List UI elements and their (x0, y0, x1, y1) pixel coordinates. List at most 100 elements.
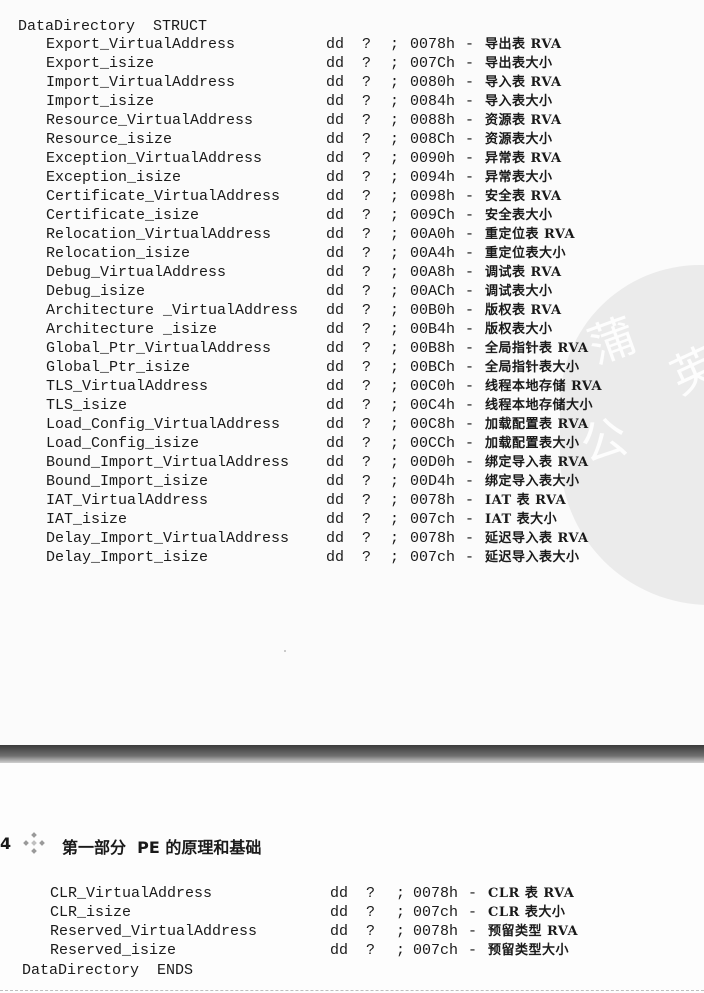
field-name: Debug_isize (46, 283, 146, 300)
comment-semicolon: ; (390, 416, 400, 433)
comment-dash: - (465, 245, 475, 262)
field-offset: 008Ch (410, 131, 456, 148)
struct-field-row: Certificate_isize dd?; 009Ch - 安全表大小 (0, 206, 704, 225)
comment-semicolon: ; (390, 302, 400, 319)
field-init: ? (362, 36, 372, 53)
field-type: dd (326, 416, 345, 433)
field-type: dd (330, 885, 349, 902)
field-comment: 导出表大小 (485, 56, 553, 71)
field-name: Resource_VirtualAddress (46, 112, 254, 129)
comment-dash: - (465, 93, 475, 110)
comment-dash: - (465, 397, 475, 414)
field-comment: 全局指针表大小 (485, 360, 580, 375)
field-type: dd (326, 169, 345, 186)
struct-field-row: TLS_isize dd?; 00C4h - 线程本地存储大小 (0, 396, 704, 415)
field-name: Import_VirtualAddress (46, 74, 236, 91)
field-comment: 资源表大小 (485, 132, 553, 147)
comment-semicolon: ; (390, 378, 400, 395)
struct-close-line: DataDirectory ENDS (22, 962, 194, 979)
field-offset: 00C4h (410, 397, 456, 414)
struct-field-row: Bound_Import_isize dd?; 00D4h - 绑定导入表大小 (0, 472, 704, 491)
struct-field-row: Reserved_VirtualAddress dd?; 0078h - 预留类型 RV… (0, 922, 704, 941)
field-type: dd (326, 245, 345, 262)
field-comment: 导出表 RVA (485, 37, 562, 52)
field-offset: 0078h (413, 923, 459, 940)
field-offset: 00ACh (410, 283, 456, 300)
comment-semicolon: ; (390, 492, 400, 509)
field-offset: 00C8h (410, 416, 456, 433)
comment-dash: - (465, 378, 475, 395)
comment-dash: - (468, 942, 478, 959)
comment-semicolon: ; (390, 131, 400, 148)
field-init: ? (362, 492, 372, 509)
field-offset: 00B0h (410, 302, 456, 319)
field-comment: 重定位表大小 (485, 246, 567, 261)
field-type: dd (326, 207, 345, 224)
field-type: dd (326, 150, 345, 167)
field-init: ? (366, 904, 376, 921)
comment-dash: - (468, 923, 478, 940)
field-init: ? (366, 942, 376, 959)
field-offset: 007Ch (410, 55, 456, 72)
field-init: ? (362, 454, 372, 471)
field-comment: 资源表 RVA (485, 113, 562, 128)
field-comment: 加载配置表大小 (485, 436, 580, 451)
field-type: dd (326, 549, 345, 566)
struct-field-row: Debug_isize dd?; 00ACh - 调试表大小 (0, 282, 704, 301)
field-offset: 0090h (410, 150, 456, 167)
field-offset: 007ch (413, 904, 459, 921)
field-name: TLS_VirtualAddress (46, 378, 209, 395)
comment-semicolon: ; (390, 188, 400, 205)
field-name: Global_Ptr_VirtualAddress (46, 340, 272, 357)
field-init: ? (362, 549, 372, 566)
struct-field-row: Certificate_VirtualAddress dd?; 0098h - 安全表 … (0, 187, 704, 206)
struct-field-row: Bound_Import_VirtualAddress dd?; 00D0h - 绑定导… (0, 453, 704, 472)
field-name: Certificate_isize (46, 207, 200, 224)
field-type: dd (326, 435, 345, 452)
struct-field-row: TLS_VirtualAddress dd?; 00C0h - 线程本地存储 RVA (0, 377, 704, 396)
field-name: Relocation_isize (46, 245, 191, 262)
field-type: dd (326, 36, 345, 53)
comment-dash: - (465, 207, 475, 224)
comment-dash: - (465, 454, 475, 471)
field-type: dd (326, 454, 345, 471)
field-init: ? (366, 885, 376, 902)
field-offset: 009Ch (410, 207, 456, 224)
field-offset: 0078h (410, 530, 456, 547)
field-init: ? (362, 321, 372, 338)
field-init: ? (362, 131, 372, 148)
field-comment: CLR 表大小 (488, 905, 566, 920)
field-init: ? (362, 283, 372, 300)
comment-dash: - (465, 264, 475, 281)
field-offset: 0080h (410, 74, 456, 91)
field-type: dd (326, 530, 345, 547)
comment-dash: - (465, 302, 475, 319)
struct-open-line: DataDirectory STRUCT (18, 18, 208, 35)
struct-field-row: IAT_isize dd?; 007ch - IAT 表大小 (0, 510, 704, 529)
field-init: ? (362, 112, 372, 129)
field-comment: CLR 表 RVA (488, 886, 575, 901)
field-name: Export_VirtualAddress (46, 36, 236, 53)
field-type: dd (326, 93, 345, 110)
field-comment: 版权表 RVA (485, 303, 562, 318)
field-offset: 00CCh (410, 435, 456, 452)
struct-field-row: CLR_isize dd?; 007ch - CLR 表大小 (0, 903, 704, 922)
field-offset: 00B4h (410, 321, 456, 338)
field-type: dd (326, 473, 345, 490)
field-type: dd (326, 378, 345, 395)
field-init: ? (362, 55, 372, 72)
field-init: ? (362, 226, 372, 243)
field-offset: 0078h (410, 492, 456, 509)
field-type: dd (326, 492, 345, 509)
field-comment: 绑定导入表大小 (485, 474, 580, 489)
field-init: ? (366, 923, 376, 940)
field-init: ? (362, 473, 372, 490)
field-name: Debug_VirtualAddress (46, 264, 227, 281)
field-type: dd (326, 359, 345, 376)
comment-semicolon: ; (396, 942, 406, 959)
struct-field-row: Reserved_isize dd?; 007ch - 预留类型大小 (0, 941, 704, 960)
field-name: Load_Config_VirtualAddress (46, 416, 281, 433)
comment-dash: - (465, 169, 475, 186)
struct-field-row: Delay_Import_VirtualAddress dd?; 0078h - 延迟导… (0, 529, 704, 548)
field-type: dd (326, 112, 345, 129)
